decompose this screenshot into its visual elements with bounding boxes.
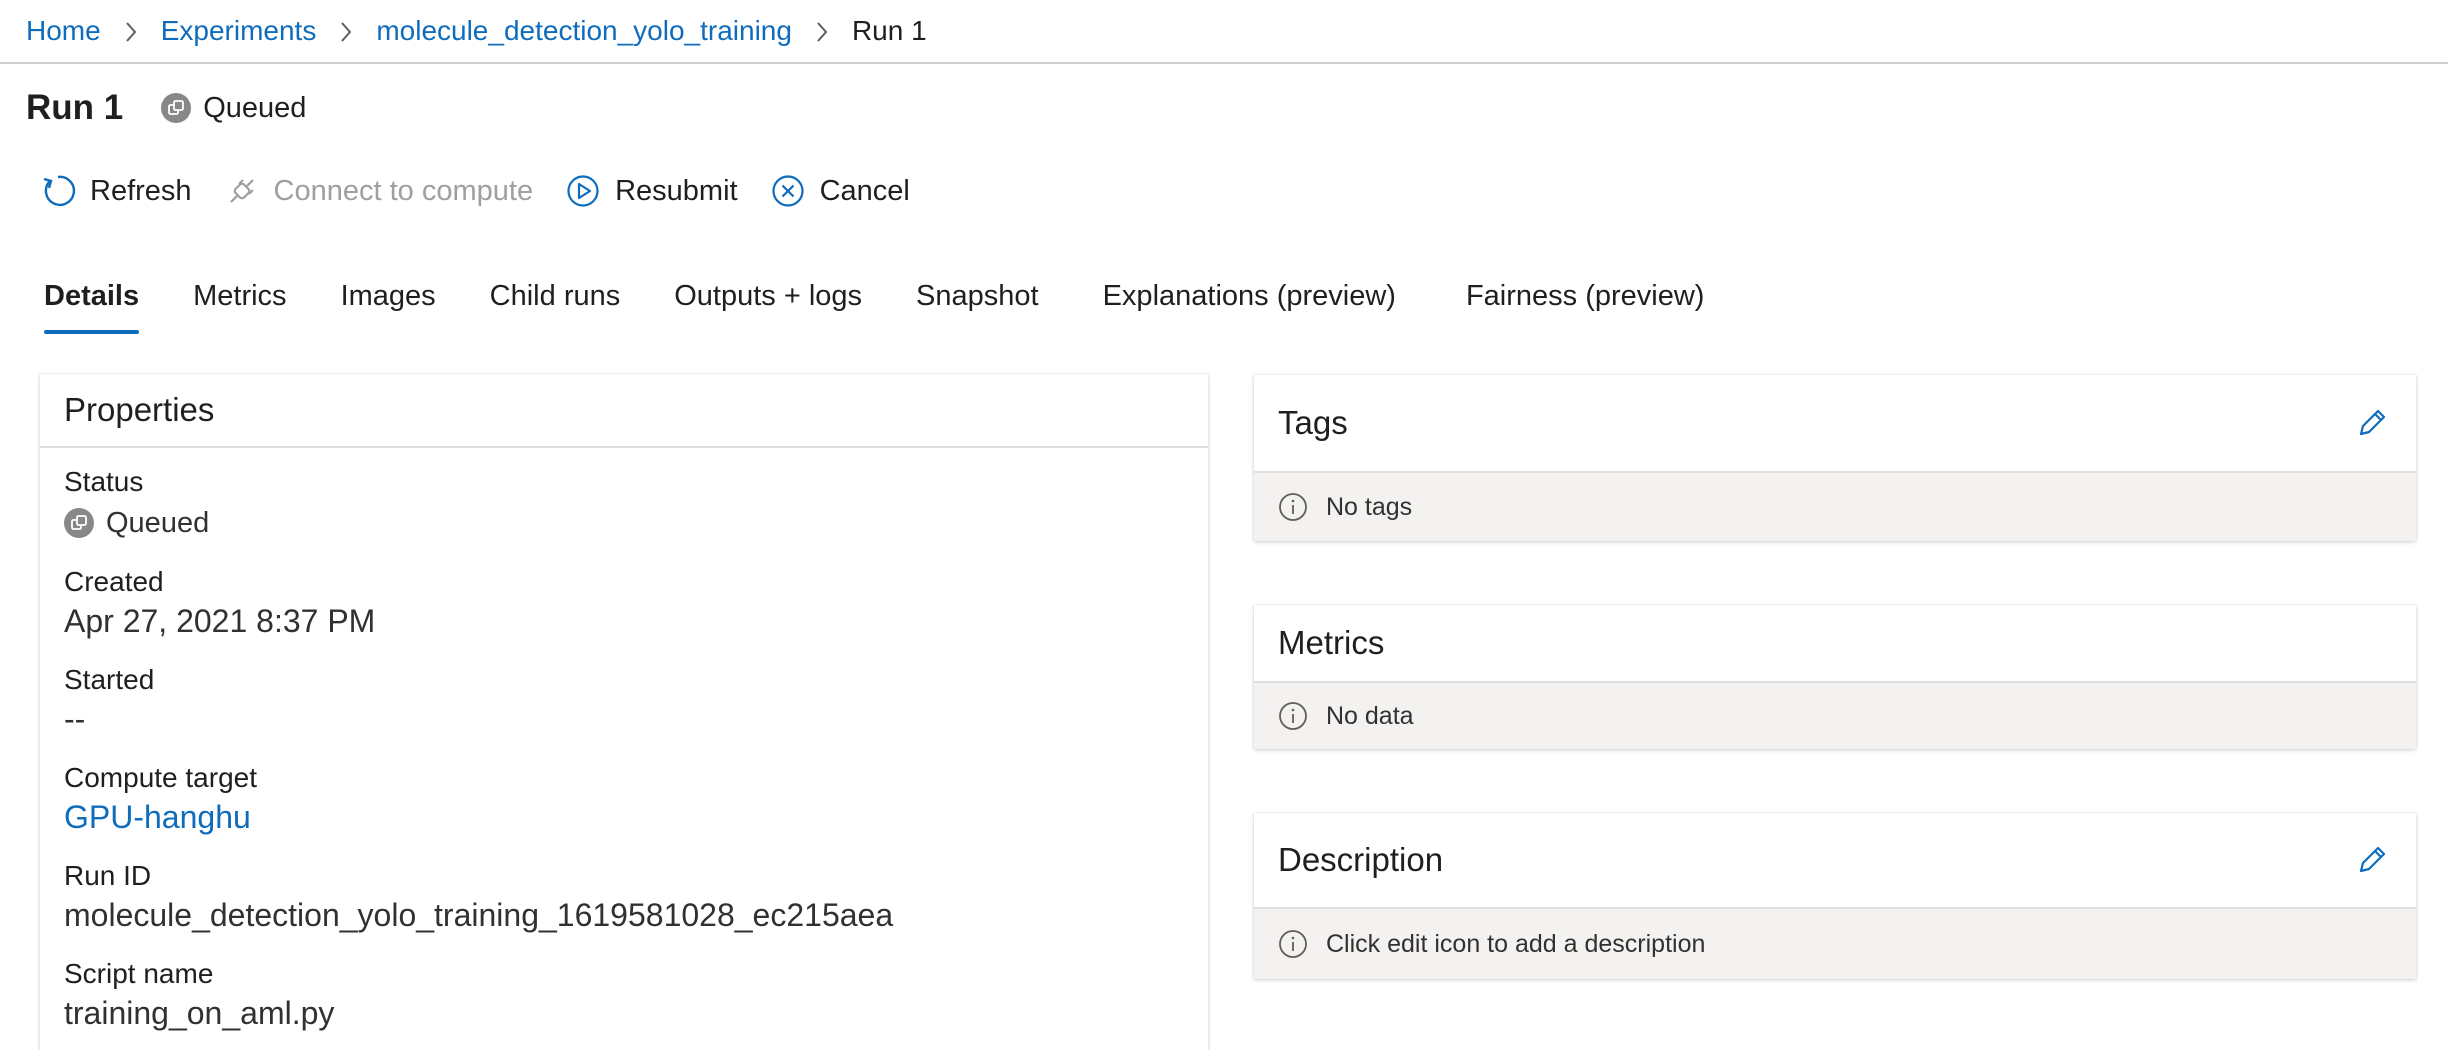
info-icon <box>1278 929 1308 959</box>
breadcrumb-current: Run 1 <box>851 15 927 46</box>
metrics-card: Metrics No data <box>1254 605 2416 749</box>
chevron-right-icon <box>792 14 852 48</box>
queued-status-icon <box>161 93 192 123</box>
tab-images[interactable]: Images <box>341 272 436 313</box>
run-id-value: molecule_detection_yolo_training_1619581… <box>64 897 894 933</box>
edit-tags-pencil-icon[interactable] <box>2352 403 2392 443</box>
tags-empty-message: No tags <box>1254 473 2416 541</box>
info-icon <box>1278 492 1308 522</box>
refresh-icon <box>38 171 78 211</box>
title-row: Run 1 Queued <box>26 84 306 132</box>
breadcrumb-home[interactable]: Home <box>26 15 101 47</box>
description-card: Description Click edit icon to add a des… <box>1254 813 2416 979</box>
metrics-title: Metrics <box>1278 624 1385 661</box>
script-name-value: training_on_aml.py <box>64 995 335 1031</box>
properties-card: Properties Status Queued Created Apr 27,… <box>40 374 1208 1050</box>
created-field-label: Created <box>64 566 164 597</box>
page-title: Run 1 <box>26 88 124 127</box>
tab-snapshot[interactable]: Snapshot <box>916 272 1039 313</box>
tags-header: Tags <box>1254 375 2416 473</box>
started-field-value: -- <box>64 701 86 737</box>
description-title: Description <box>1278 841 1444 878</box>
compute-target-label: Compute target <box>64 762 257 793</box>
queued-status-icon <box>64 508 94 538</box>
description-empty-message: Click edit icon to add a description <box>1254 909 2416 979</box>
plug-icon <box>222 171 262 211</box>
tab-outputs-logs[interactable]: Outputs + logs <box>674 272 862 313</box>
edit-description-pencil-icon[interactable] <box>2352 840 2392 880</box>
tab-child-runs[interactable]: Child runs <box>490 272 621 313</box>
breadcrumb: Home Experiments molecule_detection_yolo… <box>26 0 927 62</box>
play-circle-icon <box>563 171 603 211</box>
metrics-header: Metrics <box>1254 605 2416 683</box>
status-field-label: Status <box>64 466 144 497</box>
properties-header: Properties <box>40 374 1208 448</box>
cancel-button[interactable]: Cancel <box>768 171 910 211</box>
compute-target-link[interactable]: GPU-hanghu <box>64 796 1184 838</box>
connect-to-compute-button[interactable]: Connect to compute <box>222 171 533 211</box>
tags-title: Tags <box>1278 404 1348 441</box>
breadcrumb-experiments[interactable]: Experiments <box>161 15 317 47</box>
tab-fairness[interactable]: Fairness (preview) <box>1466 272 1705 313</box>
tab-list: Details Metrics Images Child runs Output… <box>44 272 1758 342</box>
metrics-empty-message: No data <box>1254 683 2416 749</box>
started-field-label: Started <box>64 664 155 695</box>
info-icon <box>1278 701 1308 731</box>
tags-card: Tags No tags <box>1254 375 2416 541</box>
status-field-value: Queued <box>64 500 1184 546</box>
cancel-circle-icon <box>768 171 808 211</box>
created-field-value: Apr 27, 2021 8:37 PM <box>64 603 376 639</box>
refresh-button[interactable]: Refresh <box>38 171 192 211</box>
run-id-label: Run ID <box>64 860 152 891</box>
resubmit-button[interactable]: Resubmit <box>563 171 738 211</box>
properties-body: Status Queued Created Apr 27, 2021 8:37 … <box>40 448 1208 1034</box>
tab-metrics[interactable]: Metrics <box>193 272 286 313</box>
tab-explanations[interactable]: Explanations (preview) <box>1103 272 1396 313</box>
chevron-right-icon <box>316 14 376 48</box>
chevron-right-icon <box>101 14 161 48</box>
script-name-label: Script name <box>64 958 214 989</box>
command-bar: Refresh Connect to compute Resubmit Canc… <box>38 165 940 217</box>
properties-title: Properties <box>64 391 215 428</box>
breadcrumb-experiment[interactable]: molecule_detection_yolo_training <box>376 15 792 47</box>
tab-details[interactable]: Details <box>44 272 140 334</box>
status-badge: Queued <box>161 92 306 125</box>
status-label: Queued <box>203 91 307 124</box>
description-header: Description <box>1254 813 2416 909</box>
header-divider <box>0 62 2448 64</box>
